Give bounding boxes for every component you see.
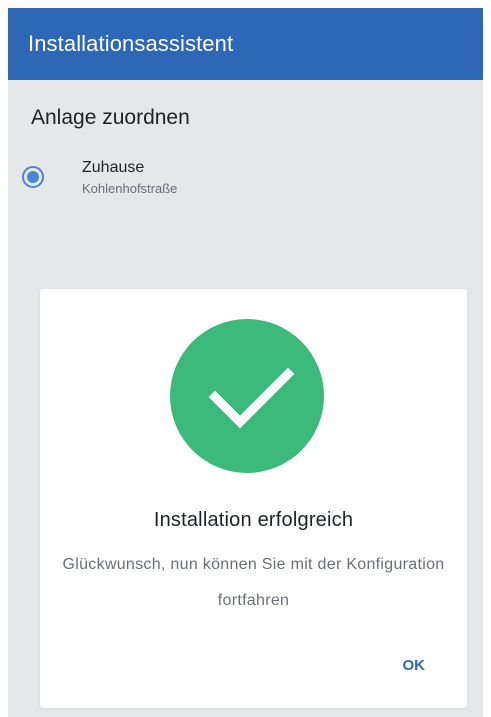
ok-button[interactable]: OK [397, 653, 432, 678]
app-bar: Installationsassistent [8, 8, 483, 80]
radio-button-selected[interactable] [22, 166, 44, 188]
dialog-message: Glückwunsch, nun können Sie mit der Konf… [62, 556, 445, 609]
plant-option-zuhause[interactable]: Zuhause Kohlenhofstraße [22, 158, 177, 198]
dialog-title: Installation erfolgreich [153, 509, 354, 531]
app-bar-title: Installationsassistent [28, 31, 234, 56]
plant-name: Zuhause [82, 159, 145, 176]
checkmark-icon [208, 367, 295, 429]
installation-wizard-screen: Installationsassistent Anlage zuordnen Z… [8, 8, 483, 717]
section-title: Anlage zuordnen [31, 106, 190, 129]
plant-option-text: Zuhause Kohlenhofstraße [82, 158, 177, 198]
radio-dot-icon [27, 171, 39, 183]
plant-address: Kohlenhofstraße [82, 181, 178, 196]
success-dialog: Installation erfolgreich Glückwunsch, nu… [40, 289, 467, 708]
success-circle [170, 319, 324, 473]
